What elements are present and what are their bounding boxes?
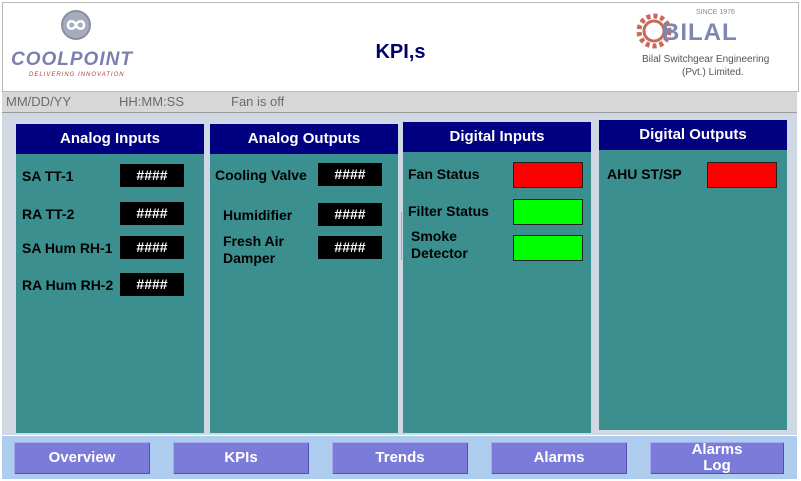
ra-hum-rh2-value: #### [120, 273, 184, 296]
nav-trends-button[interactable]: Trends [332, 442, 468, 474]
bilal-logo: SINCE 1976 BILAL Bilal Switchgear Engine… [634, 9, 784, 85]
header-bar: COOLPOINT DELIVERING INNOVATION KPI,s SI… [2, 2, 799, 92]
humidifier-label: Humidifier [223, 207, 293, 223]
smoke-detector-indicator [513, 235, 583, 261]
cooling-valve-value: #### [318, 163, 382, 186]
filter-status-label: Filter Status [408, 203, 489, 219]
filter-status-indicator [513, 199, 583, 225]
fresh-air-damper-value: #### [318, 236, 382, 259]
humidifier-value: #### [318, 203, 382, 226]
fan-status-label: Fan Status [408, 166, 480, 182]
nav-bar: Overview KPIs Trends Alarms Alarms Log [2, 436, 797, 479]
sa-hum-rh1-value: #### [120, 236, 184, 259]
bilal-company-line2: (Pvt.) Limited. [682, 67, 744, 78]
digital-outputs-panel: Digital Outputs AHU ST/SP [599, 120, 787, 430]
analog-inputs-panel: Analog Inputs SA TT-1 #### RA TT-2 #### … [16, 124, 204, 433]
bilal-company-line1: Bilal Switchgear Engineering [642, 54, 770, 65]
ahu-st-sp-indicator [707, 162, 777, 188]
ra-tt2-label: RA TT-2 [22, 206, 75, 222]
sa-hum-rh1-label: SA Hum RH-1 [22, 240, 113, 256]
panel-divider [401, 212, 402, 260]
bilal-brand: BILAL [662, 19, 738, 46]
analog-outputs-panel: Analog Outputs Cooling Valve #### Humidi… [210, 124, 398, 433]
fan-status-text: Fan is off [231, 94, 285, 109]
digital-inputs-title: Digital Inputs [403, 122, 591, 152]
date-display: MM/DD/YY [6, 94, 71, 109]
status-bar: MM/DD/YY HH:MM:SS Fan is off [2, 92, 797, 113]
nav-alarms-log-button[interactable]: Alarms Log [650, 442, 784, 474]
hmi-screen: COOLPOINT DELIVERING INNOVATION KPI,s SI… [0, 0, 801, 481]
sa-tt1-label: SA TT-1 [22, 168, 74, 184]
smoke-detector-label: Smoke Detector [411, 228, 468, 261]
nav-overview-button[interactable]: Overview [14, 442, 150, 474]
time-display: HH:MM:SS [119, 94, 184, 109]
cooling-valve-label: Cooling Valve [215, 167, 307, 183]
fan-status-indicator [513, 162, 583, 188]
nav-alarms-button[interactable]: Alarms [491, 442, 627, 474]
analog-outputs-title: Analog Outputs [210, 124, 398, 154]
ra-tt2-value: #### [120, 202, 184, 225]
sa-tt1-value: #### [120, 164, 184, 187]
fresh-air-damper-label: Fresh Air Damper [223, 233, 284, 266]
nav-kpis-button[interactable]: KPIs [173, 442, 309, 474]
ahu-st-sp-label: AHU ST/SP [607, 166, 682, 182]
main-area: Analog Inputs SA TT-1 #### RA TT-2 #### … [2, 113, 797, 435]
bilal-since: SINCE 1976 [696, 9, 735, 16]
digital-outputs-title: Digital Outputs [599, 120, 787, 150]
ra-hum-rh2-label: RA Hum RH-2 [22, 277, 114, 293]
analog-inputs-title: Analog Inputs [16, 124, 204, 154]
coolpoint-tagline: DELIVERING INNOVATION [29, 72, 125, 78]
digital-inputs-panel: Digital Inputs Fan Status Filter Status … [403, 122, 591, 433]
